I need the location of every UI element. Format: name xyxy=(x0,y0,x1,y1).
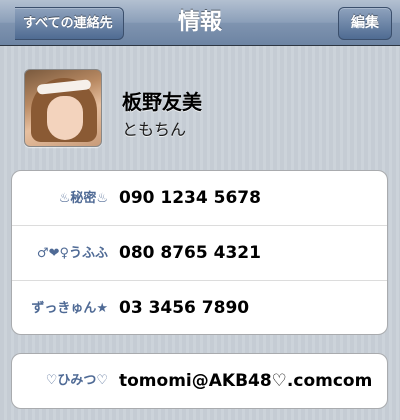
phone-row[interactable]: ♨秘密♨ 090 1234 5678 xyxy=(12,171,387,226)
email-row[interactable]: ♡ひみつ♡ tomomi@AKB48♡.comcom xyxy=(12,354,387,408)
email-address: tomomi@AKB48♡.comcom xyxy=(119,371,373,391)
phone-label: ♨秘密♨ xyxy=(58,191,108,206)
phone-number: 090 1234 5678 xyxy=(119,188,261,208)
avatar-face xyxy=(47,96,83,140)
contact-nickname: ともちん xyxy=(122,120,187,139)
phone-number: 03 3456 7890 xyxy=(119,298,250,318)
edit-button[interactable]: 編集 xyxy=(338,7,392,40)
contact-name: 板野友美 xyxy=(122,90,202,114)
contact-photo[interactable] xyxy=(24,69,102,147)
email-group: ♡ひみつ♡ tomomi@AKB48♡.comcom xyxy=(11,353,388,409)
email-label: ♡ひみつ♡ xyxy=(45,373,108,388)
navigation-bar: 情報 すべての連絡先 編集 xyxy=(0,0,400,46)
phone-label: ♂❤♀うふふ xyxy=(36,246,108,261)
phone-number: 080 8765 4321 xyxy=(119,243,261,263)
phone-row[interactable]: ♂❤♀うふふ 080 8765 4321 xyxy=(12,226,387,281)
phone-label: ずっきゅん★ xyxy=(31,301,108,316)
back-button[interactable]: すべての連絡先 xyxy=(15,7,124,40)
phone-row[interactable]: ずっきゅん★ 03 3456 7890 xyxy=(12,281,387,334)
phone-numbers-group: ♨秘密♨ 090 1234 5678 ♂❤♀うふふ 080 8765 4321 … xyxy=(11,170,388,335)
